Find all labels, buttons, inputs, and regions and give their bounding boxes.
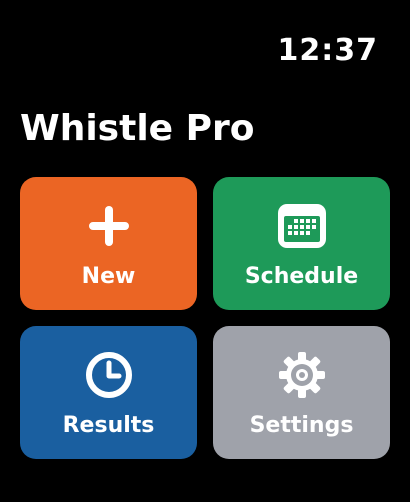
new-label: New <box>81 263 136 289</box>
gear-icon <box>276 349 328 401</box>
status-time: 12:37 <box>277 33 378 68</box>
results-button[interactable]: Results <box>20 326 197 459</box>
settings-button[interactable]: Settings <box>213 326 390 459</box>
schedule-button[interactable]: Schedule <box>213 177 390 310</box>
app-title: Whistle Pro <box>20 108 255 149</box>
new-button[interactable]: New <box>20 177 197 310</box>
clock-icon <box>83 349 135 401</box>
schedule-label: Schedule <box>244 263 359 289</box>
plus-icon <box>83 200 135 252</box>
settings-label: Settings <box>249 412 354 438</box>
calendar-icon <box>276 200 328 252</box>
results-label: Results <box>62 412 155 438</box>
